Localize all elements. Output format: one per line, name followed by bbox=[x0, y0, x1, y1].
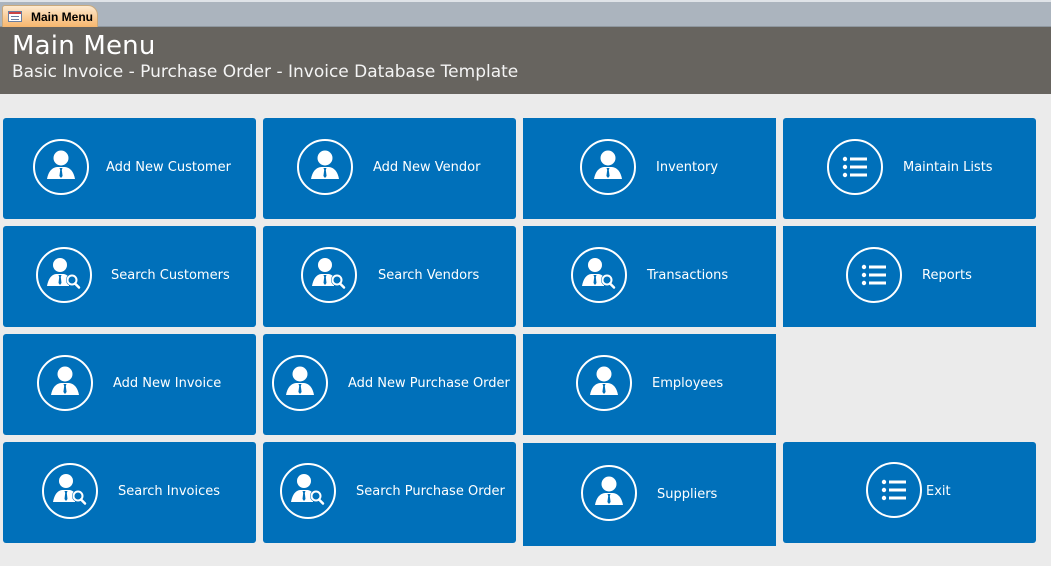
person-search-icon bbox=[36, 247, 92, 303]
list-icon bbox=[866, 462, 922, 518]
person-icon bbox=[576, 355, 632, 411]
tile-label: Employees bbox=[652, 376, 724, 391]
tile-label: Reports bbox=[922, 268, 972, 283]
tile-label: Transactions bbox=[647, 268, 729, 283]
form-header: Main Menu Basic Invoice - Purchase Order… bbox=[0, 27, 1051, 94]
person-icon bbox=[272, 355, 328, 411]
tile-label: Add New Invoice bbox=[113, 376, 222, 391]
person-search-icon bbox=[571, 247, 627, 303]
tab-main-menu[interactable]: Main Menu bbox=[2, 5, 98, 27]
inventory-button[interactable]: Inventory bbox=[523, 118, 776, 219]
form-icon bbox=[8, 11, 22, 22]
person-icon bbox=[33, 139, 89, 195]
add-new-invoice-button[interactable]: Add New Invoice bbox=[3, 334, 256, 435]
tile-label: Add New Customer bbox=[106, 160, 231, 175]
add-new-customer-button[interactable]: Add New Customer bbox=[3, 118, 256, 219]
search-invoices-button[interactable]: Search Invoices bbox=[3, 442, 256, 543]
suppliers-button[interactable]: Suppliers bbox=[523, 443, 776, 546]
person-search-icon bbox=[301, 247, 357, 303]
search-vendors-button[interactable]: Search Vendors bbox=[263, 226, 516, 327]
person-icon bbox=[581, 465, 637, 521]
transactions-button[interactable]: Transactions bbox=[523, 226, 776, 327]
tile-label: Inventory bbox=[656, 160, 719, 175]
tile-label: Maintain Lists bbox=[903, 160, 993, 175]
reports-button[interactable]: Reports bbox=[783, 226, 1036, 327]
tile-label: Search Purchase Order bbox=[356, 484, 505, 499]
search-purchase-order-button[interactable]: Search Purchase Order bbox=[263, 442, 516, 543]
person-icon bbox=[37, 355, 93, 411]
add-new-vendor-button[interactable]: Add New Vendor bbox=[263, 118, 516, 219]
tile-label: Search Vendors bbox=[378, 268, 480, 283]
add-new-purchase-order-button[interactable]: Add New Purchase Order bbox=[263, 334, 516, 435]
person-icon bbox=[580, 139, 636, 195]
person-search-icon bbox=[42, 463, 98, 519]
search-customers-button[interactable]: Search Customers bbox=[3, 226, 256, 327]
person-search-icon bbox=[280, 463, 336, 519]
maintain-lists-button[interactable]: Maintain Lists bbox=[783, 118, 1036, 219]
page-subtitle: Basic Invoice - Purchase Order - Invoice… bbox=[12, 62, 519, 82]
tile-label: Add New Purchase Order bbox=[348, 376, 510, 391]
page-title: Main Menu bbox=[12, 31, 156, 61]
tile-label: Search Invoices bbox=[118, 484, 221, 499]
employees-button[interactable]: Employees bbox=[523, 334, 776, 435]
tile-label: Add New Vendor bbox=[373, 160, 481, 175]
exit-button[interactable]: Exit bbox=[783, 442, 1036, 543]
document-tab-bar: Main Menu bbox=[0, 0, 1051, 27]
tile-label: Suppliers bbox=[657, 487, 718, 502]
person-icon bbox=[297, 139, 353, 195]
tile-label: Exit bbox=[926, 484, 951, 499]
list-icon bbox=[846, 247, 902, 303]
tab-label: Main Menu bbox=[31, 9, 93, 24]
tile-label: Search Customers bbox=[111, 268, 230, 283]
list-icon bbox=[827, 139, 883, 195]
